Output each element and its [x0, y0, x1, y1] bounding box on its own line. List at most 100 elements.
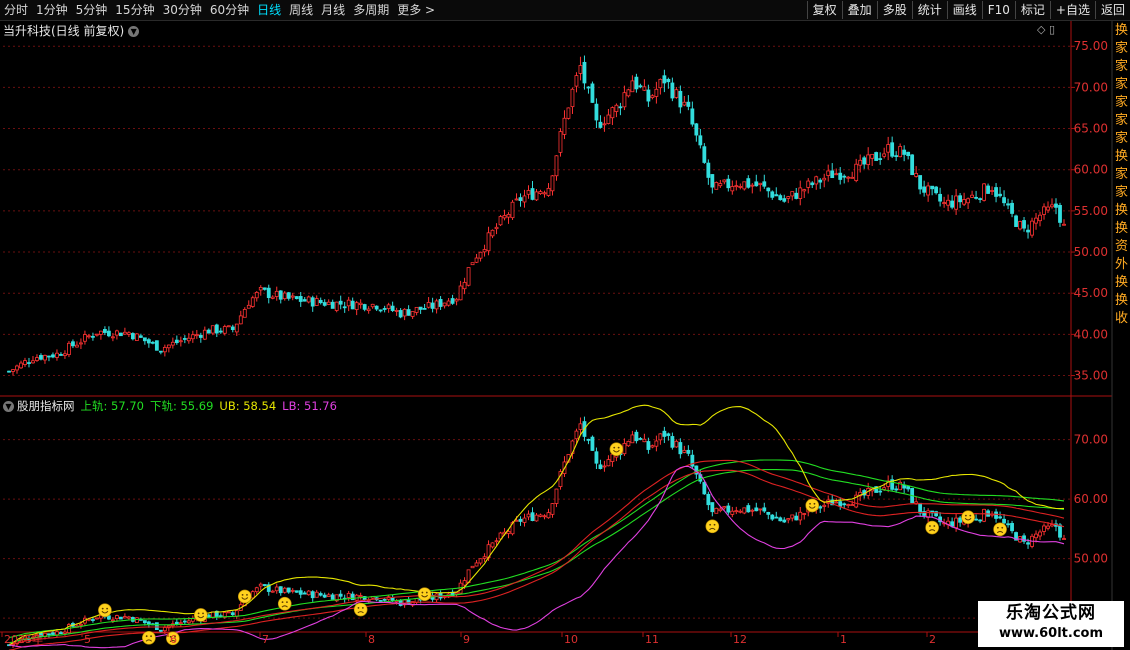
- price-candle-body: [302, 299, 307, 302]
- indicator-candle-body: [310, 591, 315, 599]
- price-candle-body: [310, 297, 315, 307]
- price-candle-body: [19, 362, 23, 369]
- price-candle-body: [762, 181, 767, 187]
- indicator-candle-body: [274, 586, 279, 592]
- indicator-candle-body: [746, 505, 751, 513]
- price-candle-body: [298, 296, 303, 302]
- side-panel-char: 家: [1114, 41, 1128, 56]
- indicator-candle-body: [670, 436, 675, 448]
- indicator-candle-body: [878, 490, 883, 493]
- price-candle-body: [486, 232, 491, 252]
- price-candle-body: [790, 191, 795, 197]
- price-chart[interactable]: 75.00 70.00 65.00 60.00 55.00 50.00 45.00 40.00…: [0, 0, 1130, 650]
- price-candle-body: [318, 299, 323, 304]
- indicator-candle-body: [750, 509, 755, 512]
- price-candle-body: [138, 335, 143, 338]
- price-candle-body: [786, 196, 791, 199]
- price-candle-body: [482, 249, 487, 253]
- price-candle-body: [846, 176, 851, 179]
- price-candle-body: [446, 300, 451, 306]
- indicator-candle-body: [630, 434, 635, 444]
- price-candle-body: [662, 75, 667, 84]
- smile-signal-icon: [609, 442, 624, 457]
- sad-signal-icon: [142, 630, 156, 645]
- price-candle-body: [674, 89, 679, 98]
- y-tick-label: 50.00: [1074, 245, 1108, 259]
- price-candle-body: [734, 185, 739, 188]
- price-candle-body: [690, 108, 695, 125]
- side-panel-char: 资: [1114, 239, 1128, 254]
- price-candle-body: [95, 333, 99, 336]
- sad-signal-icon: [925, 520, 939, 535]
- price-candle-body: [518, 197, 523, 202]
- indicator-candle-body: [586, 438, 591, 441]
- price-candle-body: [274, 290, 279, 297]
- indicator-candle-body: [111, 619, 115, 622]
- y-tick-label: 75.00: [1074, 39, 1108, 53]
- price-candle-body: [394, 310, 399, 312]
- price-candle-body: [758, 182, 763, 186]
- price-candle-body: [682, 101, 687, 106]
- price-candle-body: [738, 186, 743, 188]
- indicator-candle-body: [682, 449, 687, 453]
- indicator-value: 上轨: 57.70: [80, 399, 144, 413]
- price-candle-body: [278, 290, 283, 300]
- side-panel-char: 换: [1114, 275, 1128, 290]
- price-candle-body: [230, 326, 235, 330]
- smile-signal-icon: [417, 587, 432, 601]
- price-candle-body: [774, 194, 779, 197]
- indicator-candle-body: [258, 583, 263, 587]
- price-candle-body: [826, 170, 831, 176]
- indicator-candle-body: [122, 616, 127, 619]
- price-candle-body: [286, 292, 291, 299]
- price-candle-body: [1002, 197, 1006, 204]
- smile-signal-icon: [237, 589, 252, 604]
- indicator-candle-body: [906, 486, 911, 490]
- indicator-candle-body: [158, 629, 163, 632]
- y-tick-label: 65.00: [1074, 122, 1108, 136]
- price-candle-body: [398, 310, 403, 318]
- price-candle-body: [842, 175, 847, 178]
- price-candle-body: [694, 123, 699, 136]
- price-candle-body: [1042, 206, 1046, 215]
- indicator-candle-body: [174, 621, 179, 625]
- price-candle-body: [1022, 220, 1026, 229]
- indicator-candle-body: [1034, 533, 1038, 539]
- price-candle-body: [858, 159, 863, 166]
- price-candle-body: [638, 85, 643, 88]
- x-tick-label: 6: [170, 633, 177, 646]
- x-tick-label: 9: [463, 633, 470, 646]
- smile-signal-icon: [194, 608, 208, 622]
- price-candle-body: [107, 330, 111, 337]
- x-tick-label: 2025年: [4, 632, 43, 646]
- price-candle-body: [998, 193, 1002, 197]
- indicator-candle-body: [918, 502, 923, 514]
- price-candle-body: [514, 198, 519, 201]
- price-candle-body: [618, 106, 623, 109]
- price-candle-body: [162, 346, 167, 353]
- price-candle-body: [186, 337, 191, 342]
- x-tick-label: 12: [733, 633, 747, 646]
- indicator-candle-body: [414, 598, 419, 603]
- indicator-candle-body: [482, 556, 487, 559]
- price-candle-body: [810, 182, 815, 186]
- price-candle-body: [962, 199, 966, 205]
- indicator-candle-body: [454, 592, 459, 595]
- indicator-candle-body: [650, 445, 655, 448]
- price-candle-body: [306, 296, 311, 303]
- indicator-candle-body: [250, 591, 255, 599]
- price-candle-body: [546, 187, 551, 196]
- indicator-candle-body: [958, 517, 962, 523]
- chevron-down-icon[interactable]: ▼: [3, 401, 14, 412]
- price-candle-body: [43, 354, 47, 361]
- price-candle-body: [970, 194, 974, 198]
- x-tick-label: 10: [564, 633, 578, 646]
- indicator-candle-body: [798, 511, 803, 521]
- price-candle-body: [566, 107, 571, 119]
- price-candle-body: [1058, 204, 1062, 223]
- indicator-candle-body: [346, 592, 351, 598]
- indicator-candle-body: [126, 616, 131, 619]
- price-candle-body: [294, 296, 299, 300]
- price-candle-body: [906, 151, 911, 157]
- side-panel-char: 收: [1114, 311, 1128, 326]
